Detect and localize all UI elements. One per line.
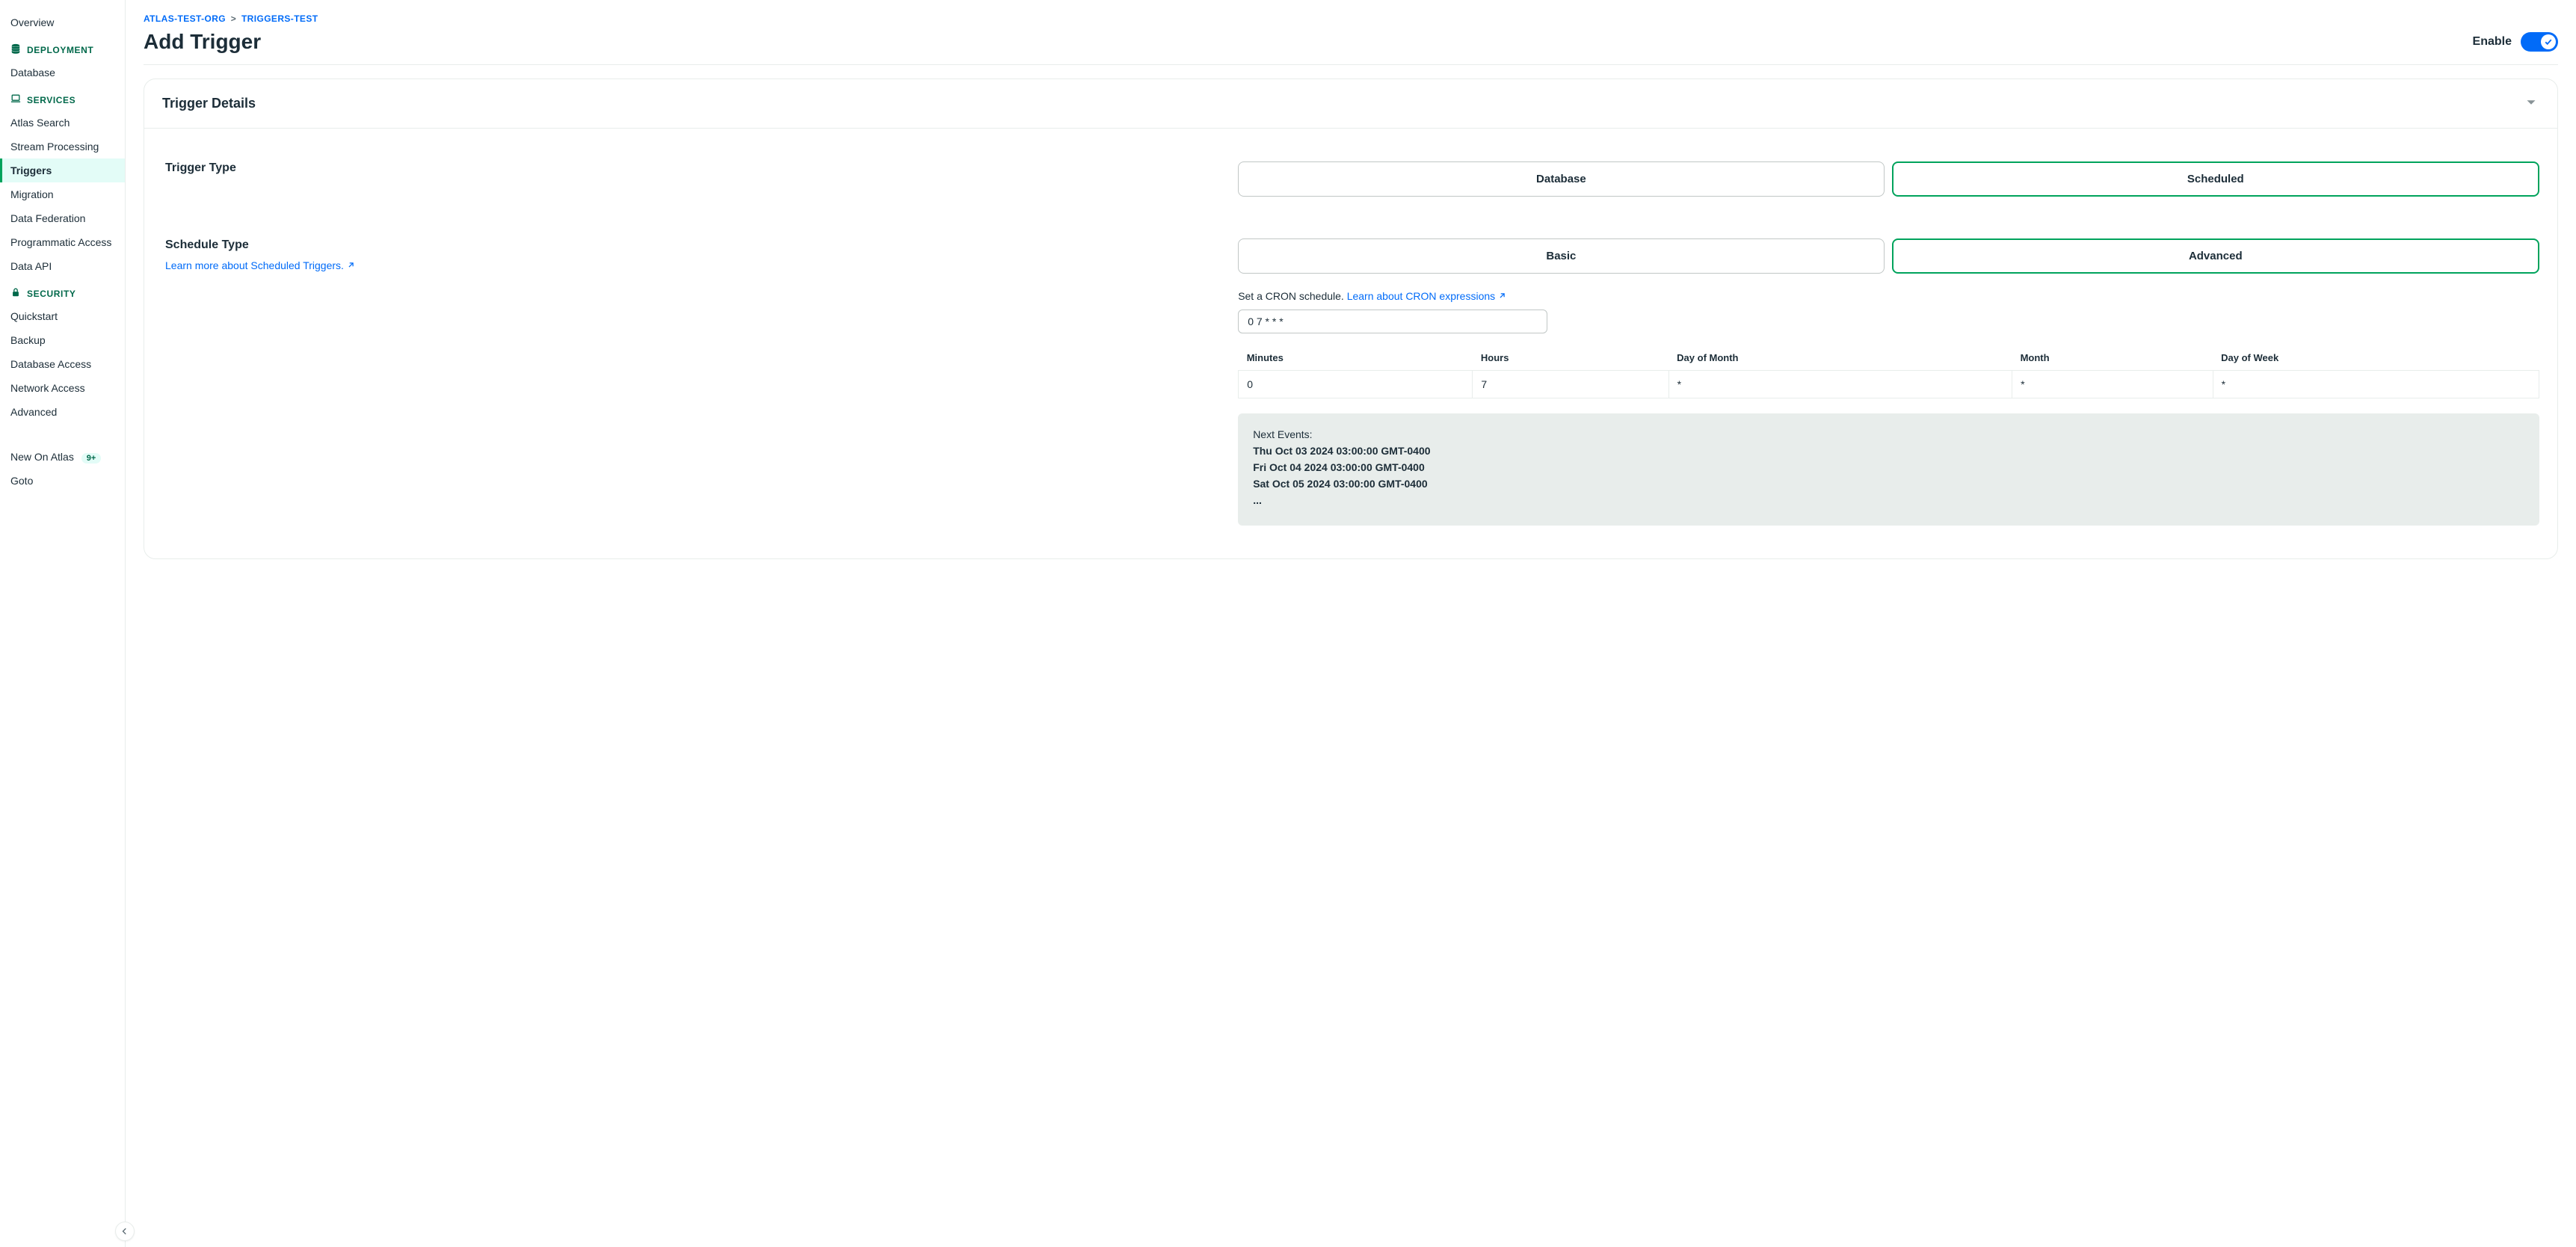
next-events-label: Next Events: [1253,428,2524,440]
cron-breakdown-table: Minutes Hours Day of Month Month Day of … [1238,345,2539,398]
sidebar-section-deployment: DEPLOYMENT [0,34,125,61]
section-label: SECURITY [27,289,76,299]
breadcrumb-org[interactable]: ATLAS-TEST-ORG [144,13,226,24]
check-icon [2545,36,2552,48]
schedule-type-label: Schedule Type [165,238,1208,252]
card-header[interactable]: Trigger Details [144,79,2557,129]
enable-label: Enable [2473,35,2512,49]
sidebar-item-atlas-search[interactable]: Atlas Search [0,111,125,135]
breadcrumb: ATLAS-TEST-ORG > TRIGGERS-TEST [144,13,2558,24]
trigger-type-segmented: Database Scheduled [1238,161,2539,197]
database-stack-icon [10,43,21,56]
sidebar-section-security: SECURITY [0,278,125,304]
next-events-box: Next Events: Thu Oct 03 2024 03:00:00 GM… [1238,413,2539,526]
section-label: DEPLOYMENT [27,45,93,55]
sidebar-item-network-access[interactable]: Network Access [0,376,125,400]
trigger-details-card: Trigger Details Trigger Type Database Sc… [144,78,2558,559]
sidebar-item-data-api[interactable]: Data API [0,254,125,278]
chevron-left-icon [121,1225,129,1237]
col-dom: Day of Month [1668,345,2012,371]
col-dow: Day of Week [2213,345,2539,371]
learn-cron-link[interactable]: Learn about CRON expressions [1347,290,1506,302]
main-content: ATLAS-TEST-ORG > TRIGGERS-TEST Add Trigg… [126,0,2576,1247]
next-event: Fri Oct 04 2024 03:00:00 GMT-0400 [1253,461,2524,473]
section-label: SERVICES [27,95,76,105]
next-event-more: ... [1253,494,2524,506]
sidebar-item-new-on-atlas[interactable]: New On Atlas 9+ [0,445,125,469]
sidebar-item-advanced[interactable]: Advanced [0,400,125,424]
page-title: Add Trigger [144,30,261,54]
sidebar-collapse-button[interactable] [115,1222,135,1241]
schedule-type-advanced[interactable]: Advanced [1892,238,2539,274]
col-minutes: Minutes [1239,345,1473,371]
sidebar-item-goto[interactable]: Goto [0,469,125,493]
sidebar-item-migration[interactable]: Migration [0,182,125,206]
col-hours: Hours [1473,345,1668,371]
card-title: Trigger Details [162,96,256,111]
cron-helper-row: Set a CRON schedule. Learn about CRON ex… [1238,290,2539,302]
lock-icon [10,287,21,300]
header-divider [144,64,2558,65]
sidebar-item-programmatic-access[interactable]: Programmatic Access [0,230,125,254]
chevron-down-icon [2523,94,2539,113]
sidebar-item-data-federation[interactable]: Data Federation [0,206,125,230]
sidebar-item-database[interactable]: Database [0,61,125,84]
table-row: 0 7 * * * [1239,371,2539,398]
sidebar-item-triggers[interactable]: Triggers [0,158,125,182]
learn-scheduled-link[interactable]: Learn more about Scheduled Triggers. [165,259,354,271]
external-link-icon [1498,290,1506,302]
breadcrumb-separator: > [231,13,236,24]
next-event: Sat Oct 05 2024 03:00:00 GMT-0400 [1253,478,2524,490]
val-dom: * [1668,371,2012,398]
val-dow: * [2213,371,2539,398]
trigger-type-label: Trigger Type [165,161,1208,175]
external-link-icon [347,259,354,271]
new-count-badge: 9+ [81,453,102,464]
next-event: Thu Oct 03 2024 03:00:00 GMT-0400 [1253,445,2524,457]
sidebar-section-services: SERVICES [0,84,125,111]
sidebar-item-quickstart[interactable]: Quickstart [0,304,125,328]
sidebar-item-overview[interactable]: Overview [0,10,125,34]
trigger-type-scheduled[interactable]: Scheduled [1892,161,2539,197]
learn-scheduled-text: Learn more about Scheduled Triggers. [165,259,344,271]
col-month: Month [2012,345,2213,371]
sidebar-item-backup[interactable]: Backup [0,328,125,352]
toggle-knob [2541,34,2556,49]
cron-helper-text: Set a CRON schedule. [1238,290,1344,302]
sidebar-item-stream-processing[interactable]: Stream Processing [0,135,125,158]
val-month: * [2012,371,2213,398]
enable-toggle[interactable] [2521,32,2558,52]
schedule-type-basic[interactable]: Basic [1238,238,1884,274]
new-on-atlas-label: New On Atlas [10,451,74,463]
trigger-type-database[interactable]: Database [1238,161,1884,197]
breadcrumb-project[interactable]: TRIGGERS-TEST [241,13,318,24]
laptop-icon [10,93,21,106]
val-hours: 7 [1473,371,1668,398]
val-minutes: 0 [1239,371,1473,398]
sidebar: Overview DEPLOYMENT Database SERVICES At… [0,0,126,1247]
cron-expression-input[interactable] [1238,310,1547,333]
schedule-type-segmented: Basic Advanced [1238,238,2539,274]
learn-cron-text: Learn about CRON expressions [1347,290,1495,302]
sidebar-item-database-access[interactable]: Database Access [0,352,125,376]
